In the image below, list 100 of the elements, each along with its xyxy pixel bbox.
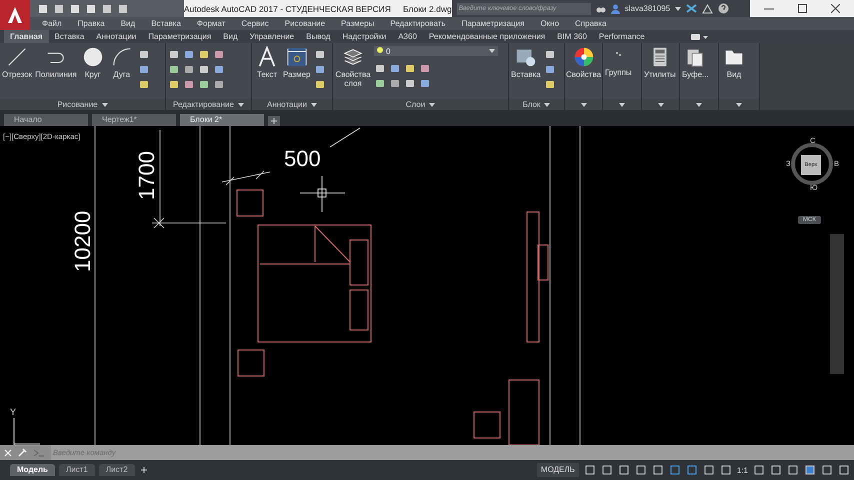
ribbon-tab[interactable]: Вывод — [300, 30, 336, 43]
ribbon-tool-button[interactable]: Утилиты — [644, 46, 676, 79]
caret-icon[interactable] — [696, 102, 702, 106]
toolbar-icon[interactable] — [118, 4, 128, 14]
status-toggle-icon[interactable] — [686, 464, 698, 476]
tool-icon[interactable] — [544, 48, 556, 60]
tool-icon[interactable] — [183, 48, 195, 60]
status-toggle-icon[interactable] — [770, 464, 782, 476]
document-tab[interactable]: Начало — [4, 114, 88, 126]
caret-icon[interactable] — [102, 102, 108, 106]
caret-icon[interactable] — [580, 102, 586, 106]
tool-icon[interactable] — [374, 77, 386, 89]
tool-icon[interactable] — [138, 63, 150, 75]
tool-icon[interactable] — [138, 78, 150, 90]
ribbon-tool-button[interactable]: Размер — [283, 46, 310, 79]
caret-icon[interactable] — [429, 102, 436, 106]
close-icon[interactable] — [830, 4, 840, 12]
tool-icon[interactable] — [419, 77, 431, 89]
wrench-icon[interactable] — [18, 448, 27, 457]
tool-icon[interactable] — [168, 63, 180, 75]
menu-item[interactable]: Файл — [34, 19, 70, 28]
tool-icon[interactable] — [389, 77, 401, 89]
ribbon-tab[interactable]: Надстройки — [336, 30, 392, 43]
tool-icon[interactable] — [183, 78, 195, 90]
help-icon[interactable] — [718, 3, 730, 14]
tool-icon[interactable] — [419, 62, 431, 74]
add-tab-icon[interactable] — [268, 116, 280, 126]
ribbon-tab[interactable]: Performance — [592, 30, 651, 43]
toggle-icon[interactable] — [690, 32, 709, 40]
ribbon-tool-button[interactable]: Текст — [254, 46, 280, 79]
caret-icon[interactable] — [238, 102, 244, 106]
tool-icon[interactable] — [374, 62, 386, 74]
layout-tab[interactable]: Лист1 — [58, 464, 95, 476]
menu-item[interactable]: Рисование — [276, 19, 334, 28]
tool-icon[interactable] — [404, 77, 416, 89]
tool-icon[interactable] — [198, 48, 210, 60]
menu-item[interactable]: Параметризация — [454, 19, 532, 28]
toolbar-icon[interactable] — [38, 4, 48, 14]
panel-title[interactable]: Слои — [406, 100, 426, 109]
ribbon-tool-button[interactable]: Свойства слоя — [335, 46, 371, 88]
tool-icon[interactable] — [213, 78, 225, 90]
ribbon-tab[interactable]: Главная — [4, 30, 49, 43]
menu-item[interactable]: Окно — [532, 19, 568, 28]
status-toggle-icon[interactable] — [668, 464, 681, 476]
layout-tab[interactable]: Лист2 — [98, 464, 135, 476]
caret-icon[interactable] — [736, 102, 742, 106]
status-toggle-icon[interactable] — [838, 464, 850, 476]
model-space-button[interactable]: МОДЕЛЬ — [536, 463, 579, 477]
tool-icon[interactable] — [404, 62, 416, 74]
menu-item[interactable]: Вид — [112, 19, 144, 28]
tool-icon[interactable] — [198, 63, 210, 75]
ribbon-tab[interactable]: BIM 360 — [551, 30, 593, 43]
toolbar-icon[interactable] — [54, 4, 64, 14]
caret-icon[interactable] — [544, 102, 550, 106]
status-toggle-icon[interactable] — [652, 464, 664, 476]
menu-item[interactable]: Размеры — [333, 19, 382, 28]
menu-item[interactable]: Справка — [567, 19, 614, 28]
tool-icon[interactable] — [183, 63, 195, 75]
document-tab[interactable]: Чертеж1* — [92, 114, 176, 126]
tool-icon[interactable] — [168, 78, 180, 90]
document-tab[interactable]: Блоки 2* — [180, 114, 264, 126]
status-toggle-icon[interactable] — [634, 464, 647, 476]
ribbon-tab[interactable]: Рекомендованные приложения — [422, 30, 552, 43]
caret-icon[interactable] — [489, 49, 495, 53]
tool-icon[interactable] — [314, 78, 326, 90]
menu-item[interactable]: Вставка — [143, 19, 189, 28]
caret-icon[interactable] — [658, 102, 664, 106]
user-icon[interactable] — [610, 4, 620, 14]
status-toggle-icon[interactable] — [600, 464, 613, 476]
ribbon-tool-button[interactable]: Вид — [721, 46, 747, 79]
annotation-scale[interactable]: 1:1 — [736, 466, 748, 474]
status-toggle-icon[interactable] — [787, 464, 799, 476]
ribbon-tab[interactable]: Вид — [217, 30, 244, 43]
caret-icon[interactable] — [311, 102, 317, 106]
ribbon-tab[interactable]: Аннотации — [90, 30, 142, 43]
ribbon-tool-button[interactable]: Вставка — [511, 46, 541, 79]
toolbar-icon[interactable] — [102, 4, 112, 14]
tool-icon[interactable] — [168, 48, 180, 60]
tool-icon[interactable] — [314, 48, 326, 60]
ribbon-tool-button[interactable]: Круг — [80, 46, 106, 79]
ribbon-tab[interactable]: Вставка — [48, 30, 90, 43]
toolbar-icon[interactable] — [70, 4, 80, 14]
ribbon-tab[interactable]: Управление — [244, 30, 300, 43]
application-menu-button[interactable] — [0, 0, 30, 30]
status-toggle-icon[interactable] — [618, 464, 630, 476]
tool-icon[interactable] — [389, 62, 401, 74]
tool-icon[interactable] — [544, 78, 556, 90]
ribbon-tool-button[interactable]: Буфе... — [682, 46, 709, 79]
caret-icon[interactable] — [619, 102, 625, 106]
tool-icon[interactable] — [213, 63, 225, 75]
ribbon-tool-button[interactable]: Группы — [605, 46, 632, 77]
menu-item[interactable]: Формат — [188, 19, 234, 28]
menu-item[interactable]: Правка — [70, 19, 113, 28]
ribbon-tool-button[interactable]: Отрезок — [2, 46, 32, 79]
maximize-icon[interactable] — [798, 4, 807, 12]
status-toggle-icon[interactable] — [702, 464, 715, 476]
user-name[interactable]: slava381095 — [624, 4, 670, 13]
ribbon-tab[interactable]: Параметризация — [142, 30, 218, 43]
tool-icon[interactable] — [198, 78, 210, 90]
ribbon-tool-button[interactable]: Дуга — [108, 46, 135, 79]
